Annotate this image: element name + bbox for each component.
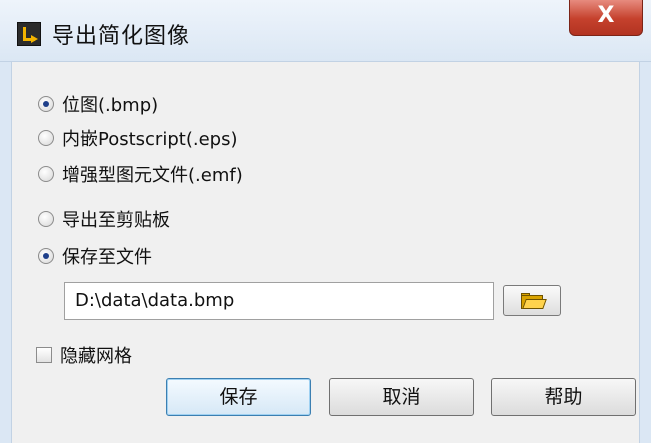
radio-button[interactable] xyxy=(38,130,54,146)
radio-label-eps: 内嵌Postscript(.eps) xyxy=(62,129,238,150)
save-button[interactable]: 保存 xyxy=(166,378,311,416)
app-icon-arrow xyxy=(31,35,38,43)
radio-label-bitmap: 位图(.bmp) xyxy=(62,95,159,116)
folder-icon-front xyxy=(522,299,547,309)
radio-button-checked[interactable] xyxy=(38,96,54,112)
radio-button[interactable] xyxy=(38,211,54,227)
file-path-input[interactable]: D:\data\data.bmp xyxy=(64,282,494,320)
help-button[interactable]: 帮助 xyxy=(491,378,636,416)
hide-grid-option[interactable]: 隐藏网格 xyxy=(36,342,132,368)
radio-button-checked[interactable] xyxy=(38,248,54,264)
radio-emf[interactable]: 增强型图元文件(.emf) xyxy=(38,158,243,190)
export-dialog: 导出简化图像 X 位图(.bmp) 内嵌Postscript(.eps) 增强型… xyxy=(0,0,651,443)
app-icon xyxy=(17,22,41,46)
window-title: 导出简化图像 xyxy=(52,24,191,49)
radio-label-emf: 增强型图元文件(.emf) xyxy=(62,165,243,186)
hide-grid-label: 隐藏网格 xyxy=(60,346,132,367)
hide-grid-checkbox[interactable] xyxy=(36,347,52,363)
window-left-border xyxy=(0,62,12,443)
folder-icon xyxy=(521,293,547,309)
title-bar: 导出简化图像 X xyxy=(0,0,651,62)
radio-clipboard[interactable]: 导出至剪贴板 xyxy=(38,203,170,235)
radio-bitmap[interactable]: 位图(.bmp) xyxy=(38,88,158,120)
cancel-button[interactable]: 取消 xyxy=(329,378,474,416)
radio-save-to-file[interactable]: 保存至文件 xyxy=(38,240,152,272)
radio-eps[interactable]: 内嵌Postscript(.eps) xyxy=(38,122,237,154)
radio-label-save-to-file: 保存至文件 xyxy=(62,247,152,268)
radio-label-clipboard: 导出至剪贴板 xyxy=(62,210,170,231)
browse-button[interactable] xyxy=(503,285,561,316)
radio-button[interactable] xyxy=(38,166,54,182)
close-button[interactable]: X xyxy=(569,0,643,36)
window-right-border xyxy=(639,62,651,443)
